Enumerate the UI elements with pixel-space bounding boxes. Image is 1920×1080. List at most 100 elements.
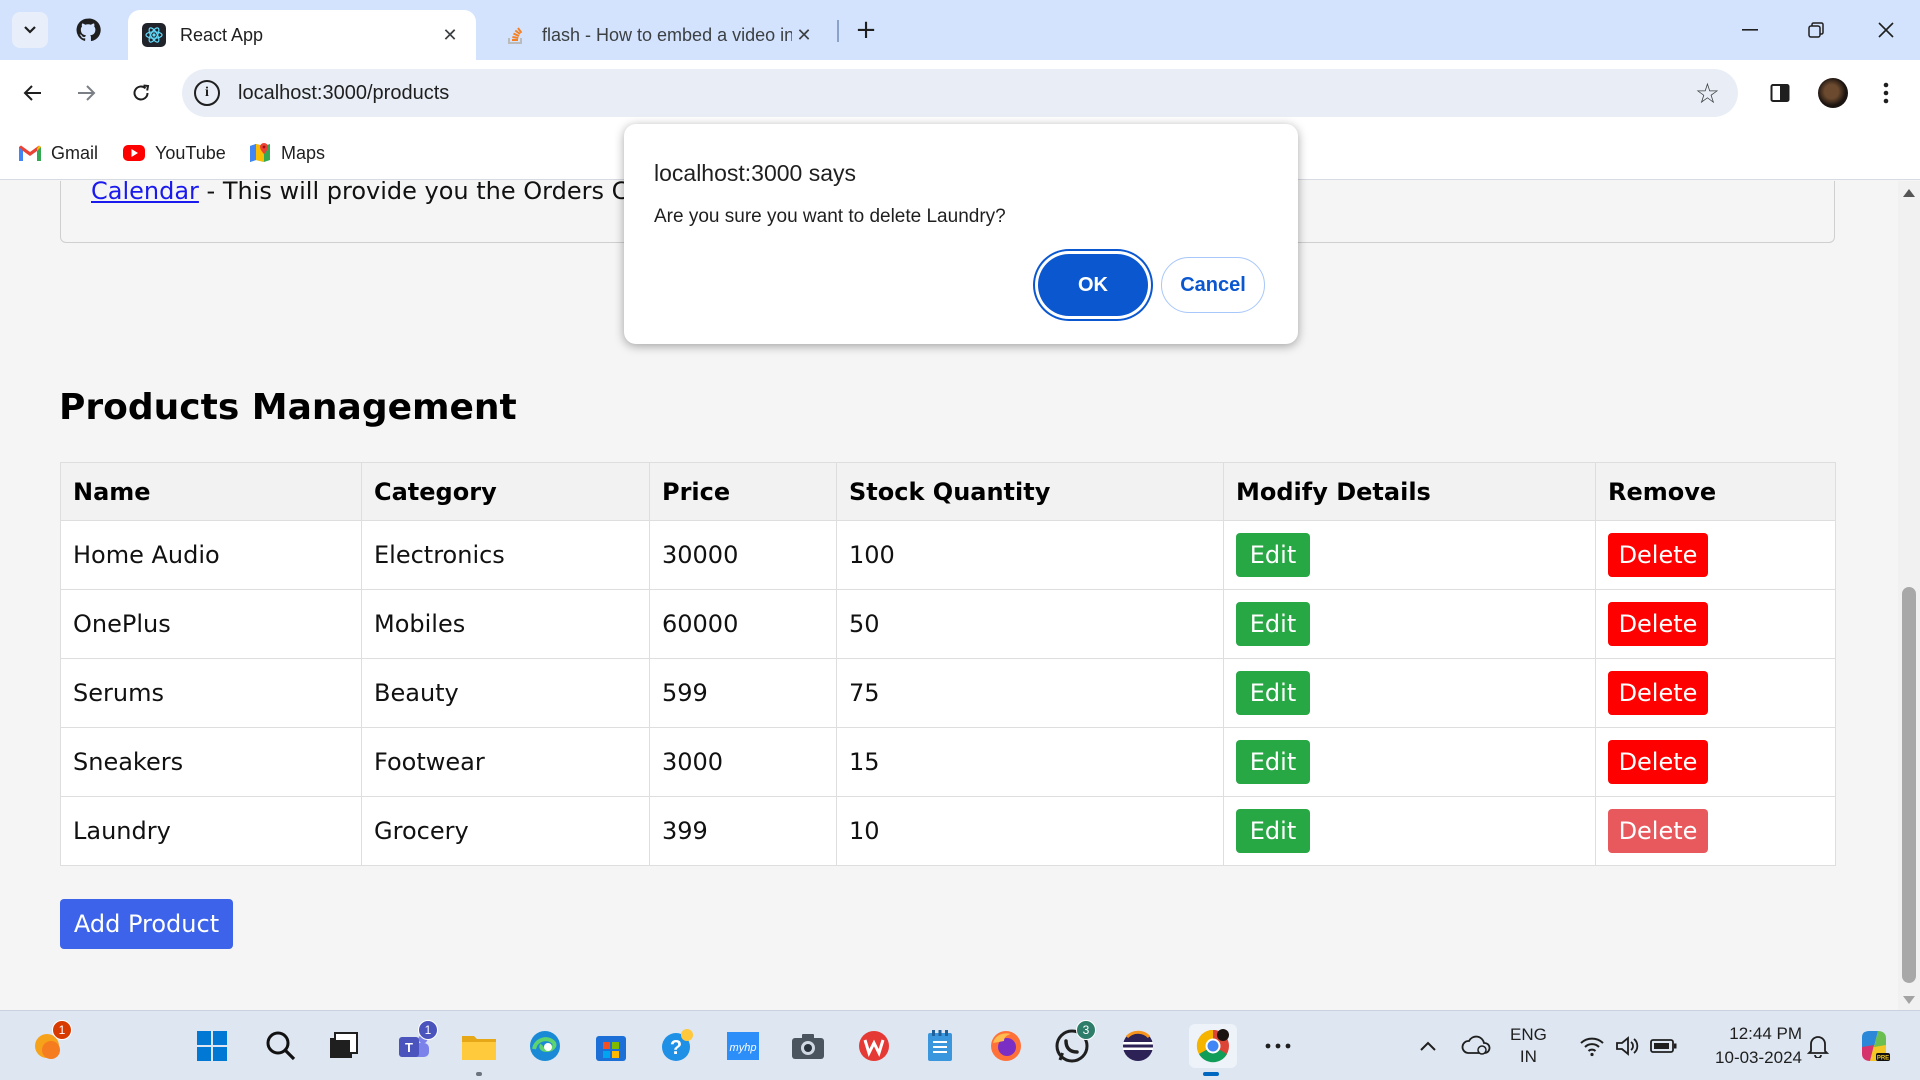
modify-cell: Edit xyxy=(1223,658,1596,728)
windows-start-icon[interactable] xyxy=(190,1024,234,1068)
profile-avatar[interactable] xyxy=(1818,78,1848,108)
product-category: Footwear xyxy=(361,727,650,797)
browser-title-bar: React App ✕ flash - How to embed a video… xyxy=(0,0,1920,60)
camera-icon[interactable] xyxy=(786,1024,830,1068)
scroll-down-arrow-icon[interactable] xyxy=(1903,996,1915,1004)
edit-button[interactable]: Edit xyxy=(1236,671,1310,715)
menu-kebab-icon[interactable] xyxy=(1868,75,1904,111)
product-stock: 15 xyxy=(836,727,1224,797)
teams-icon[interactable]: T 1 xyxy=(392,1020,438,1068)
task-view-icon[interactable] xyxy=(322,1024,366,1068)
address-bar[interactable]: i localhost:3000/products ☆ xyxy=(182,69,1738,117)
product-category: Grocery xyxy=(361,796,650,866)
new-tab-icon[interactable]: + xyxy=(850,14,882,46)
delete-button[interactable]: Delete xyxy=(1608,533,1708,577)
table-row: Serums Beauty 599 75 Edit Delete xyxy=(60,658,1836,728)
product-category: Mobiles xyxy=(361,589,650,659)
language-indicator[interactable]: ENG IN xyxy=(1510,1011,1547,1080)
back-icon[interactable] xyxy=(13,73,53,113)
tab-stackoverflow[interactable]: flash - How to embed a video in ✕ xyxy=(490,10,830,60)
bookmark-label: Maps xyxy=(281,142,326,163)
side-panel-icon[interactable] xyxy=(1762,75,1798,111)
product-price: 60000 xyxy=(649,589,837,659)
forward-icon[interactable] xyxy=(66,73,106,113)
bookmark-gmail[interactable]: Gmail xyxy=(18,138,98,168)
minimize-icon[interactable] xyxy=(1720,10,1780,50)
cancel-button[interactable]: Cancel xyxy=(1161,257,1265,313)
product-name: Sneakers xyxy=(60,727,362,797)
modify-cell: Edit xyxy=(1223,796,1596,866)
copilot-icon[interactable]: PRE xyxy=(1852,1024,1896,1068)
delete-button[interactable]: Delete xyxy=(1608,740,1708,784)
clock-date: 10-03-2024 xyxy=(1715,1048,1802,1067)
weather-widget-icon[interactable]: 1 xyxy=(26,1020,72,1068)
region-code: IN xyxy=(1519,1047,1537,1066)
firefox-icon[interactable] xyxy=(984,1024,1028,1068)
edit-button[interactable]: Edit xyxy=(1236,809,1310,853)
close-window-icon[interactable] xyxy=(1856,10,1916,50)
table-row: OnePlus Mobiles 60000 50 Edit Delete xyxy=(60,589,1836,659)
products-table: Name Category Price Stock Quantity Modif… xyxy=(60,462,1836,866)
language-code: ENG xyxy=(1510,1025,1547,1044)
chevron-up-icon[interactable] xyxy=(1408,1024,1448,1068)
bookmark-label: Gmail xyxy=(51,142,99,163)
product-stock: 50 xyxy=(836,589,1224,659)
ok-button[interactable]: OK xyxy=(1038,254,1148,316)
restore-icon[interactable] xyxy=(1786,10,1846,50)
battery-icon[interactable] xyxy=(1644,1024,1684,1068)
bookmark-youtube[interactable]: YouTube xyxy=(122,138,226,168)
site-info-icon[interactable]: i xyxy=(194,80,220,106)
url-text[interactable]: localhost:3000/products xyxy=(238,82,449,105)
scroll-up-arrow-icon[interactable] xyxy=(1903,189,1915,197)
table-row: Laundry Grocery 399 10 Edit Delete xyxy=(60,796,1836,866)
modify-cell: Edit xyxy=(1223,727,1596,797)
edit-button[interactable]: Edit xyxy=(1236,533,1310,577)
edit-button[interactable]: Edit xyxy=(1236,602,1310,646)
vertical-scrollbar[interactable] xyxy=(1898,181,1920,1010)
tab-react-app[interactable]: React App ✕ xyxy=(128,10,476,60)
close-tab-icon[interactable]: ✕ xyxy=(792,23,816,47)
github-icon[interactable] xyxy=(70,12,106,48)
browser-toolbar: i localhost:3000/products ☆ xyxy=(0,60,1920,126)
myhp-icon[interactable]: myhp xyxy=(721,1024,765,1068)
file-explorer-icon[interactable] xyxy=(457,1024,501,1076)
whatsapp-icon[interactable]: 3 xyxy=(1050,1020,1096,1068)
delete-button[interactable]: Delete xyxy=(1608,671,1708,715)
notification-badge: 1 xyxy=(418,1020,438,1040)
more-apps-icon[interactable] xyxy=(1256,1024,1300,1068)
add-product-button[interactable]: Add Product xyxy=(60,899,233,949)
product-name: Serums xyxy=(60,658,362,728)
edge-icon[interactable] xyxy=(523,1024,567,1068)
tab-title: React App xyxy=(180,24,264,45)
reload-icon[interactable] xyxy=(121,73,161,113)
active-app-indicator xyxy=(1203,1072,1219,1076)
search-icon[interactable] xyxy=(259,1024,303,1068)
onedrive-icon[interactable] xyxy=(1456,1024,1496,1068)
bookmark-maps[interactable]: Maps xyxy=(248,138,325,168)
microsoft-store-icon[interactable] xyxy=(589,1024,633,1068)
product-price: 399 xyxy=(649,796,837,866)
get-help-icon[interactable]: ? xyxy=(656,1024,700,1068)
delete-button[interactable]: Delete xyxy=(1608,809,1708,853)
remove-cell: Delete xyxy=(1595,520,1836,590)
eclipse-icon[interactable] xyxy=(1116,1024,1160,1068)
column-header-modify: Modify Details xyxy=(1223,462,1596,521)
bookmark-star-icon[interactable]: ☆ xyxy=(1695,77,1720,110)
wifi-icon[interactable] xyxy=(1572,1024,1612,1068)
chrome-icon[interactable] xyxy=(1189,1024,1237,1076)
wps-office-icon[interactable] xyxy=(852,1024,896,1068)
product-name: OnePlus xyxy=(60,589,362,659)
product-category: Electronics xyxy=(361,520,650,590)
edit-button[interactable]: Edit xyxy=(1236,740,1310,784)
tab-search-dropdown-icon[interactable] xyxy=(12,12,48,48)
scrollbar-thumb[interactable] xyxy=(1902,587,1916,983)
delete-button[interactable]: Delete xyxy=(1608,602,1708,646)
system-clock[interactable]: 12:44 PM 10-03-2024 xyxy=(1690,1011,1802,1080)
windows-taskbar: 1 T 1 ? myhp 3 ENG IN 12:44 PM 10-03-202… xyxy=(0,1010,1920,1080)
calendar-link[interactable]: Calendar xyxy=(91,181,199,205)
notepad-icon[interactable] xyxy=(918,1024,962,1068)
notification-bell-icon[interactable] xyxy=(1798,1024,1838,1068)
modify-cell: Edit xyxy=(1223,520,1596,590)
volume-icon[interactable] xyxy=(1608,1024,1648,1068)
close-tab-icon[interactable]: ✕ xyxy=(438,23,462,47)
